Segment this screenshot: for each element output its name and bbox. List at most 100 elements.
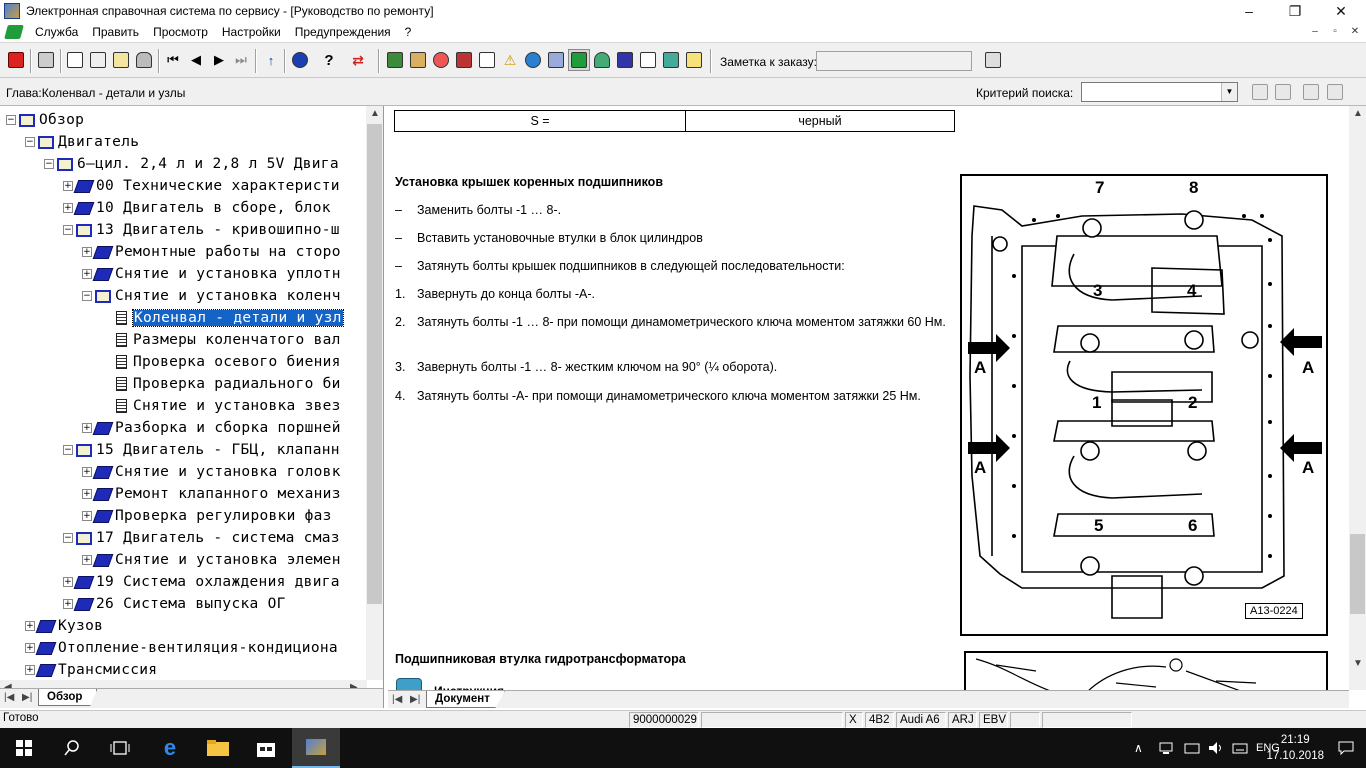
tree-item[interactable]: Размеры коленчатого вал [101,329,341,351]
expand-icon[interactable]: + [63,599,73,609]
document-vertical-scrollbar[interactable]: ▲ ▼ [1349,106,1366,690]
explorer-button[interactable] [194,728,242,768]
tree-item[interactable]: + Трансмиссия [25,659,157,681]
tab-overview[interactable]: Обзор [38,689,98,706]
tree-item[interactable]: + Кузов [25,615,103,637]
up-level-button[interactable]: ↑ [260,49,282,71]
service-app-button[interactable] [292,728,340,768]
expand-icon[interactable]: + [82,555,92,565]
mdi-close-button[interactable]: ✕ [1346,24,1364,40]
order-edit-button[interactable] [982,49,1004,71]
tree-item[interactable]: +10 Двигатель в сборе, блок [63,197,331,219]
expand-icon[interactable]: + [82,467,92,477]
collapse-icon[interactable]: − [44,159,54,169]
tray-device-icon[interactable] [1184,728,1200,768]
tree-scroll-thumb[interactable] [367,124,382,604]
tree-item[interactable]: − Снятие и установка коленч [82,285,341,307]
print-button[interactable] [35,49,57,71]
tree-item[interactable]: − 15 Двигатель - ГБЦ, клапанн [63,439,340,461]
notes-button[interactable] [110,49,132,71]
order-note-field[interactable] [816,51,972,71]
engine-button[interactable] [407,49,429,71]
globe-button[interactable] [522,49,544,71]
tab-scroll-first-icon[interactable]: |◀ [392,694,402,705]
tree-item[interactable]: + Ремонтные работы на сторо [82,241,341,263]
mdi-restore-button[interactable]: ▫ [1326,24,1344,40]
mdi-minimize-button[interactable]: – [1306,24,1324,40]
car-side-button[interactable] [591,49,613,71]
document-scroll-thumb[interactable] [1350,534,1365,614]
tools-button[interactable] [660,49,682,71]
wiring-button[interactable] [430,49,452,71]
tree-item[interactable]: Снятие и установка звез [101,395,341,417]
tree-item[interactable]: − Обзор [6,109,84,131]
collapse-icon[interactable]: − [63,225,73,235]
tree-item[interactable]: Коленвал - детали и узл [101,307,344,329]
first-page-button[interactable]: ⏮ [162,49,184,71]
search-button[interactable] [1249,81,1271,103]
next-page-button[interactable]: ▶ [208,49,230,71]
note-help-button[interactable] [683,49,705,71]
tray-notifications-icon[interactable] [1338,728,1354,768]
list-button[interactable] [476,49,498,71]
tray-volume-icon[interactable] [1208,728,1224,768]
tree-item[interactable]: + Снятие и установка уплотн [82,263,341,285]
tree-item[interactable]: + Отопление-вентиляция-кондициона [25,637,338,659]
collapse-icon[interactable]: − [63,533,73,543]
tab-document[interactable]: Документ [426,691,505,708]
start-button[interactable] [0,728,48,768]
guide-button[interactable] [568,49,590,71]
tray-keyboard-icon[interactable] [1232,728,1248,768]
expand-icon[interactable]: + [25,621,35,631]
scroll-down-icon[interactable]: ▼ [1353,658,1363,669]
exit-button[interactable] [5,49,27,71]
menu-warnings[interactable]: Предупреждения [288,22,398,42]
menu-edit[interactable]: Править [85,22,146,42]
tray-chevron-icon[interactable]: ∧ [1134,728,1143,768]
tree-item[interactable]: +00 Технические характеристи [63,175,340,197]
minimize-button[interactable]: – [1226,0,1272,22]
expand-icon[interactable]: + [82,269,92,279]
edit-button[interactable] [87,49,109,71]
tab-scroll-last-icon[interactable]: ▶| [22,692,32,703]
expand-icon[interactable]: + [82,489,92,499]
tree-item[interactable]: Проверка радиального би [101,373,341,395]
new-button[interactable] [64,49,86,71]
menu-service[interactable]: Служба [28,22,85,42]
tree-vertical-scrollbar[interactable]: ▲ [366,106,383,680]
swap-button[interactable]: ⇄ [347,49,369,71]
expand-icon[interactable]: + [63,577,73,587]
tab-scroll-last-icon[interactable]: ▶| [410,694,420,705]
scroll-up-icon[interactable]: ▲ [370,108,380,119]
menu-help[interactable]: ? [398,22,419,42]
tree-item[interactable]: + Снятие и установка головк [82,461,341,483]
chevron-down-icon[interactable]: ▼ [1221,83,1237,101]
search-filter-button[interactable] [1272,81,1294,103]
close-button[interactable]: ✕ [1318,0,1364,22]
clock[interactable]: 21:19 17.10.2018 [1266,732,1324,764]
search-criteria-select[interactable]: ▼ [1081,82,1238,102]
last-page-button[interactable]: ⏭ [230,49,252,71]
scroll-up-icon[interactable]: ▲ [1353,108,1363,119]
tree-item[interactable]: + Разборка и сборка поршней [82,417,341,439]
task-view-button[interactable] [96,728,144,768]
tray-network-icon[interactable] [1158,728,1174,768]
tab-scroll-first-icon[interactable]: |◀ [4,692,14,703]
service-car-button[interactable] [614,49,636,71]
manual-button[interactable] [453,49,475,71]
tree-item[interactable]: + Ремонт клапанного механиз [82,483,341,505]
expand-icon[interactable]: + [82,511,92,521]
tree-item[interactable]: − 17 Двигатель - система смаз [63,527,340,549]
menu-settings[interactable]: Настройки [215,22,288,42]
menu-view[interactable]: Просмотр [146,22,215,42]
tree-item[interactable]: +19 Система охлаждения двига [63,571,340,593]
tree-item[interactable]: + Снятие и установка элемен [82,549,341,571]
collapse-icon[interactable]: − [25,137,35,147]
collapse-icon[interactable]: − [82,291,92,301]
expand-icon[interactable]: + [25,665,35,675]
tree-item[interactable]: − 13 Двигатель - кривошипно-ш [63,219,340,241]
expand-icon[interactable]: + [63,181,73,191]
tree-item[interactable]: + Проверка регулировки фаз [82,505,332,527]
expand-icon[interactable]: + [82,247,92,257]
collapse-icon[interactable]: − [6,115,16,125]
